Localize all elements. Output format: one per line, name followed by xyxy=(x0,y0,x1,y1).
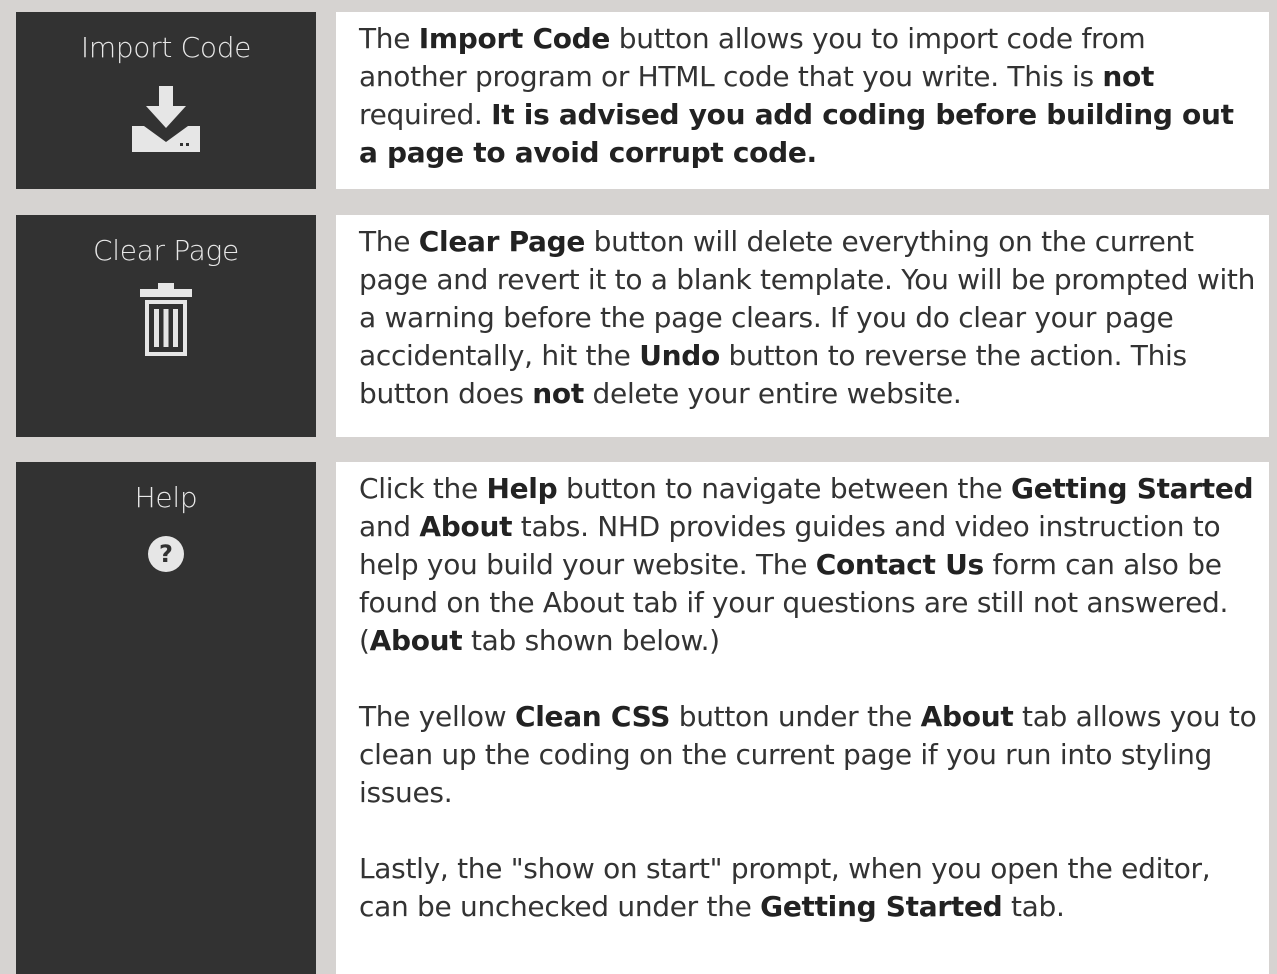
clear-page-text: The Clear Page button will delete everyt… xyxy=(359,225,1256,410)
trash-icon xyxy=(140,283,192,356)
bold-text: About xyxy=(369,624,463,657)
bold-text: not xyxy=(1102,60,1155,93)
help-paragraph-3: Lastly, the "show on start" prompt, when… xyxy=(359,852,1211,923)
bold-text: Getting Started xyxy=(760,890,1003,923)
bold-text: It is advised you add coding before buil… xyxy=(359,98,1234,169)
bold-text: Import Code xyxy=(418,22,611,55)
bold-text: Help xyxy=(486,472,558,505)
import-code-cell: Import Code xyxy=(16,12,316,189)
clear-page-description: The Clear Page button will delete everyt… xyxy=(336,215,1269,437)
help-description: Click the Help button to navigate betwee… xyxy=(336,462,1269,974)
import-code-description: The Import Code button allows you to imp… xyxy=(336,12,1269,189)
bold-text: Undo xyxy=(639,339,720,372)
bold-text: Clean CSS xyxy=(514,700,671,733)
svg-text:?: ? xyxy=(159,540,173,568)
bold-text: not xyxy=(532,377,584,410)
help-icon: ? xyxy=(148,536,184,572)
import-code-title: Import Code xyxy=(80,31,252,64)
help-paragraph-1: Click the Help button to navigate betwee… xyxy=(359,472,1254,657)
help-title: Help xyxy=(134,481,198,514)
clear-page-cell: Clear Page xyxy=(16,215,316,437)
bold-text: Clear Page xyxy=(418,225,586,258)
clear-page-title: Clear Page xyxy=(93,234,239,267)
bold-text: Contact Us xyxy=(815,548,984,581)
import-code-text: The Import Code button allows you to imp… xyxy=(359,22,1234,169)
bold-text: About xyxy=(920,700,1014,733)
help-table: Import Code The Import Code button allow… xyxy=(0,0,1277,974)
bold-text: About xyxy=(419,510,513,543)
bold-text: Getting Started xyxy=(1011,472,1254,505)
help-paragraph-2: The yellow Clean CSS button under the Ab… xyxy=(359,700,1257,809)
help-cell: Help ? xyxy=(16,462,316,974)
download-icon xyxy=(132,86,200,152)
